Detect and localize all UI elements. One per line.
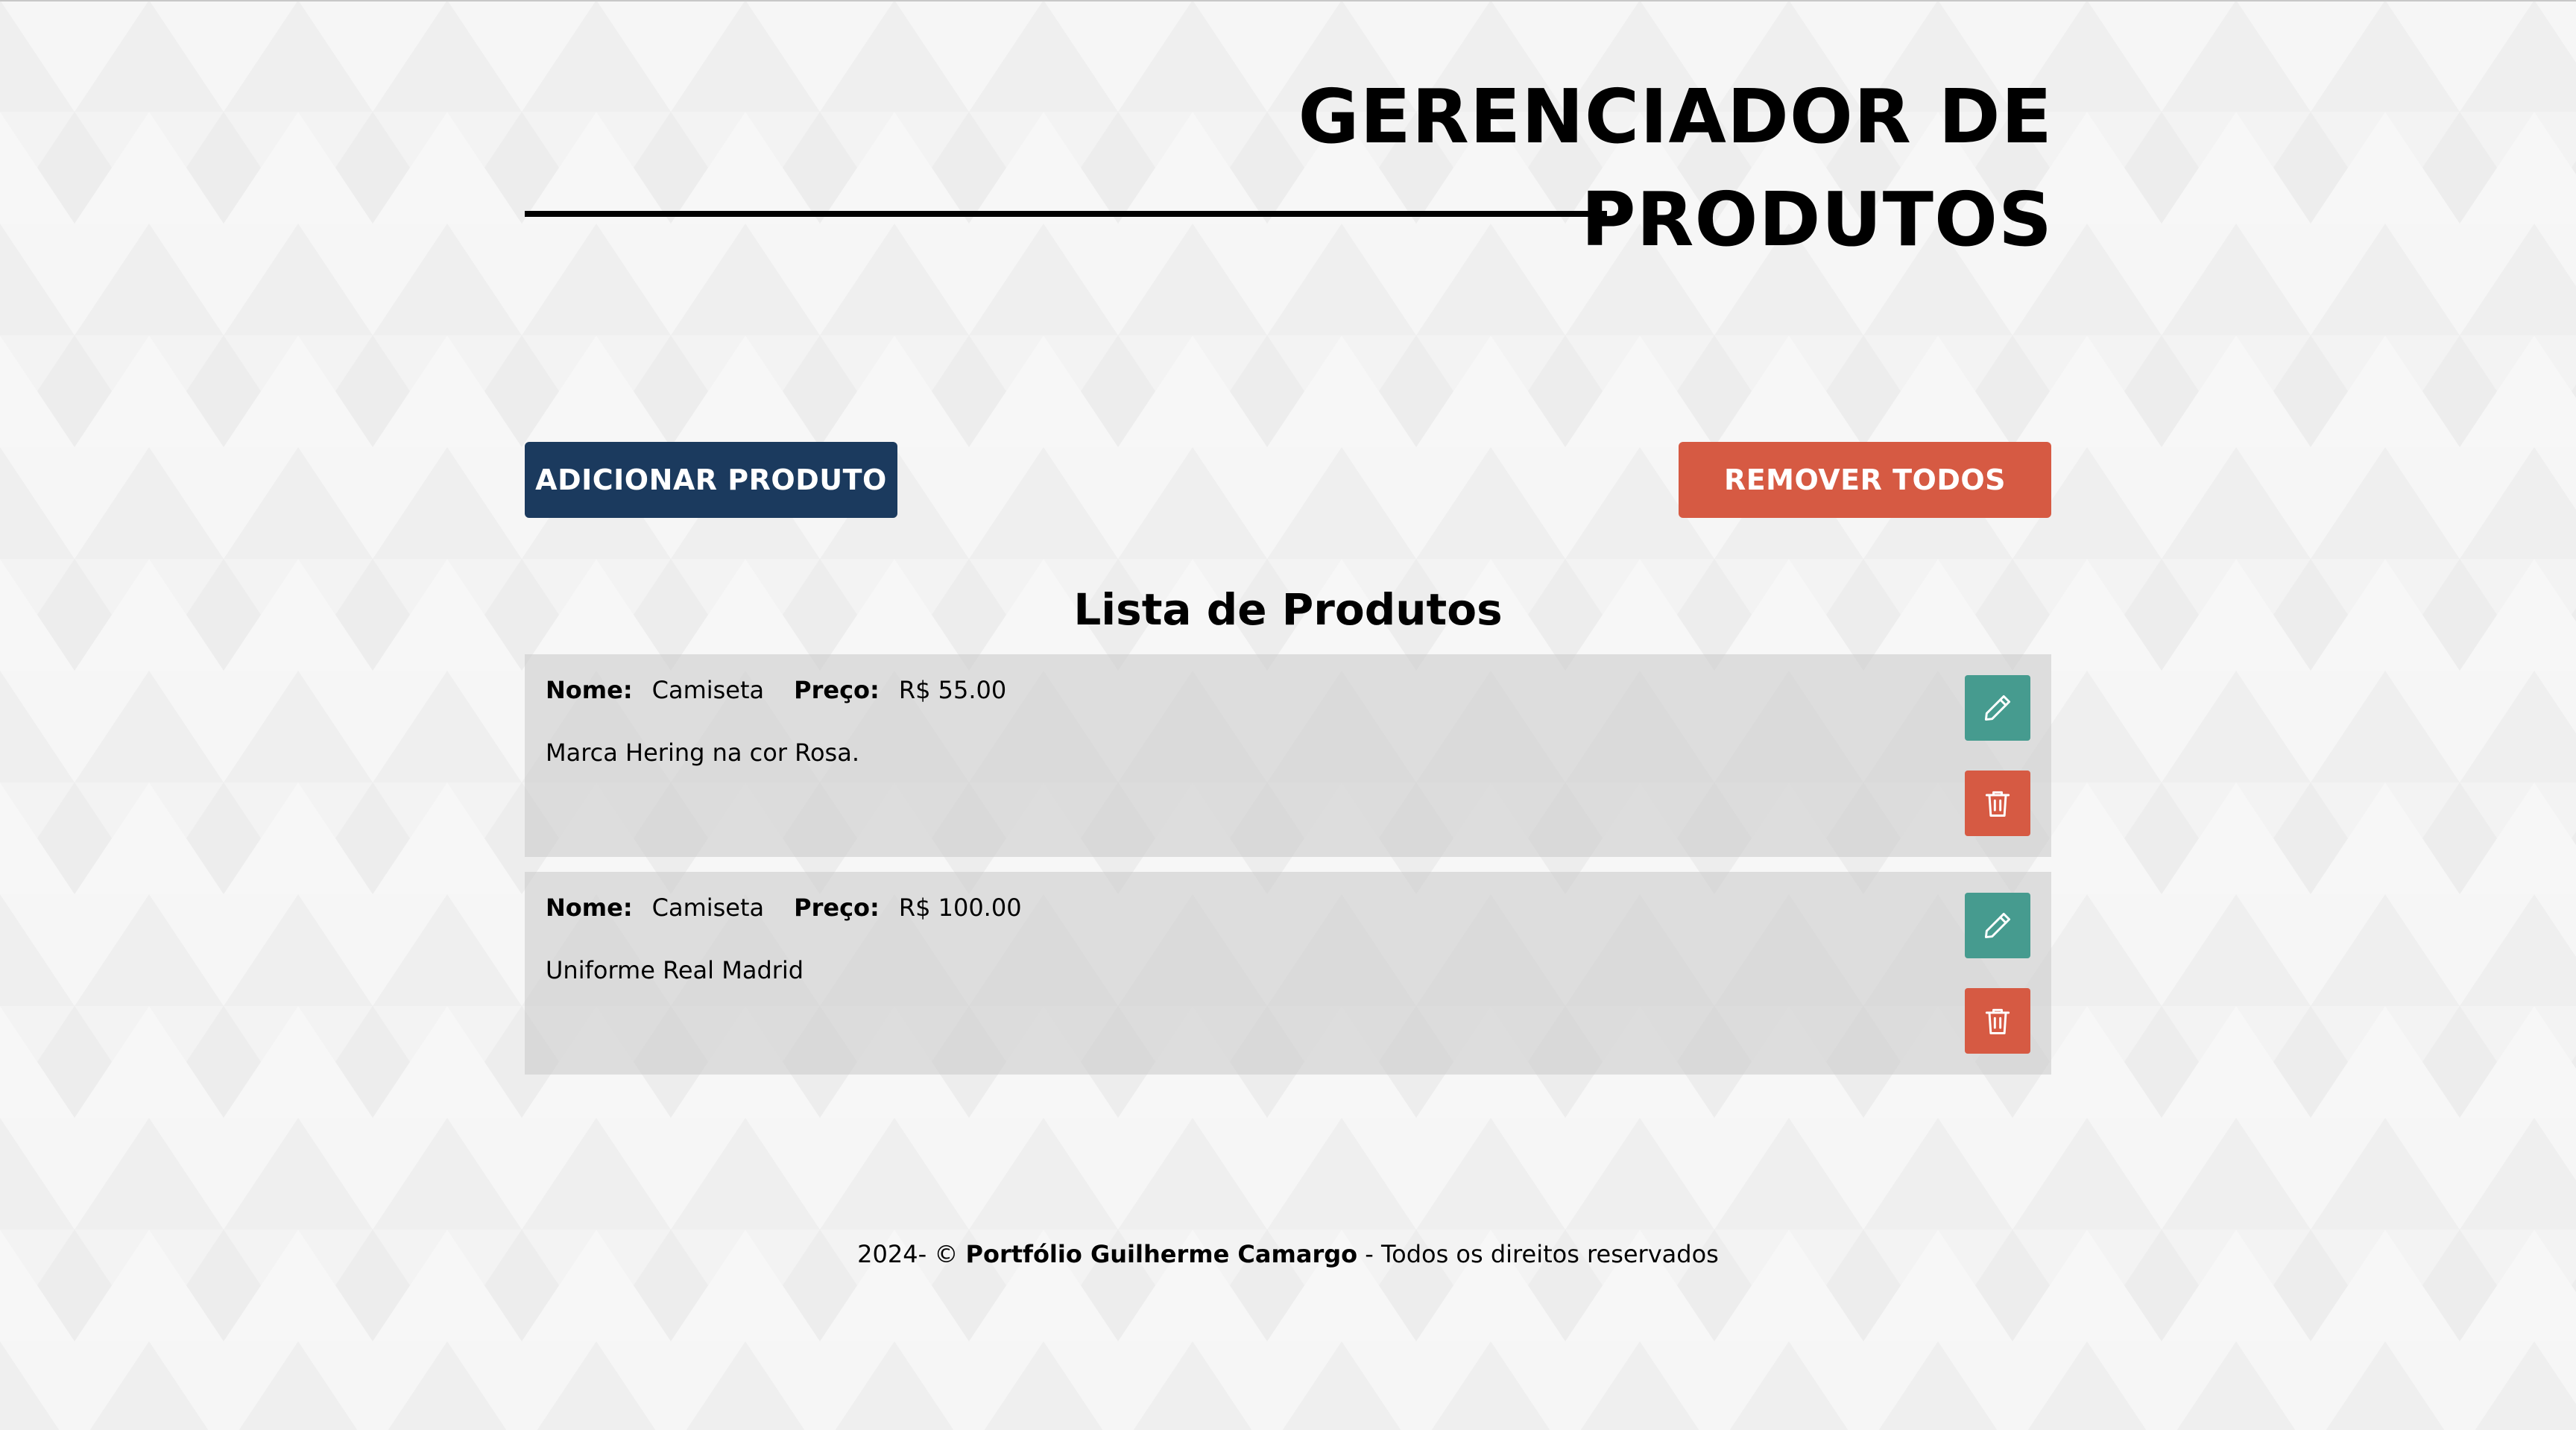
page-title: GERENCIADOR DE PRODUTOS	[1298, 66, 2053, 271]
delete-product-button[interactable]	[1965, 988, 2030, 1054]
product-description: Uniforme Real Madrid	[546, 956, 804, 984]
product-meta: Nome: Camiseta Preço: R$ 100.00	[546, 891, 1022, 924]
product-meta: Nome: Camiseta Preço: R$ 55.00	[546, 674, 1006, 706]
name-label: Nome:	[546, 893, 633, 922]
product-card: Nome: Camiseta Preço: R$ 100.00 Uniforme Re…	[525, 872, 2051, 1075]
product-card: Nome: Camiseta Preço: R$ 55.00 Marca Hering…	[525, 654, 2051, 857]
edit-product-button[interactable]	[1965, 675, 2030, 741]
add-product-button[interactable]: ADICIONAR PRODUTO	[525, 442, 897, 518]
footer: 2024- © Portfólio Guilherme Camargo - To…	[0, 1236, 2576, 1273]
footer-owner: Portfólio Guilherme Camargo	[965, 1240, 1358, 1268]
remove-all-button[interactable]: REMOVER TODOS	[1679, 442, 2051, 518]
footer-rights: - Todos os direitos reservados	[1365, 1240, 1719, 1268]
top-border	[0, 0, 2576, 1]
footer-copyright: 2024- ©	[857, 1240, 959, 1268]
title-divider	[525, 211, 1607, 217]
product-price: R$ 55.00	[898, 676, 1007, 704]
product-price: R$ 100.00	[898, 893, 1022, 922]
pencil-icon	[1984, 912, 2011, 939]
trash-icon	[1985, 1008, 2010, 1034]
page-title-line-2: PRODUTOS	[1581, 176, 2053, 263]
name-label: Nome:	[546, 676, 633, 704]
product-description: Marca Hering na cor Rosa.	[546, 738, 859, 767]
trash-icon	[1985, 791, 2010, 817]
page-title-line-1: GERENCIADOR DE	[1298, 73, 2053, 160]
edit-product-button[interactable]	[1965, 893, 2030, 958]
product-name: Camiseta	[651, 676, 765, 704]
price-label: Preço:	[794, 893, 880, 922]
page: GERENCIADOR DE PRODUTOS ADICIONAR PRODUT…	[0, 0, 2576, 1430]
delete-product-button[interactable]	[1965, 771, 2030, 836]
product-name: Camiseta	[651, 893, 765, 922]
pencil-icon	[1984, 695, 2011, 721]
product-list-title: Lista de Produtos	[1073, 584, 1503, 635]
price-label: Preço:	[794, 676, 880, 704]
